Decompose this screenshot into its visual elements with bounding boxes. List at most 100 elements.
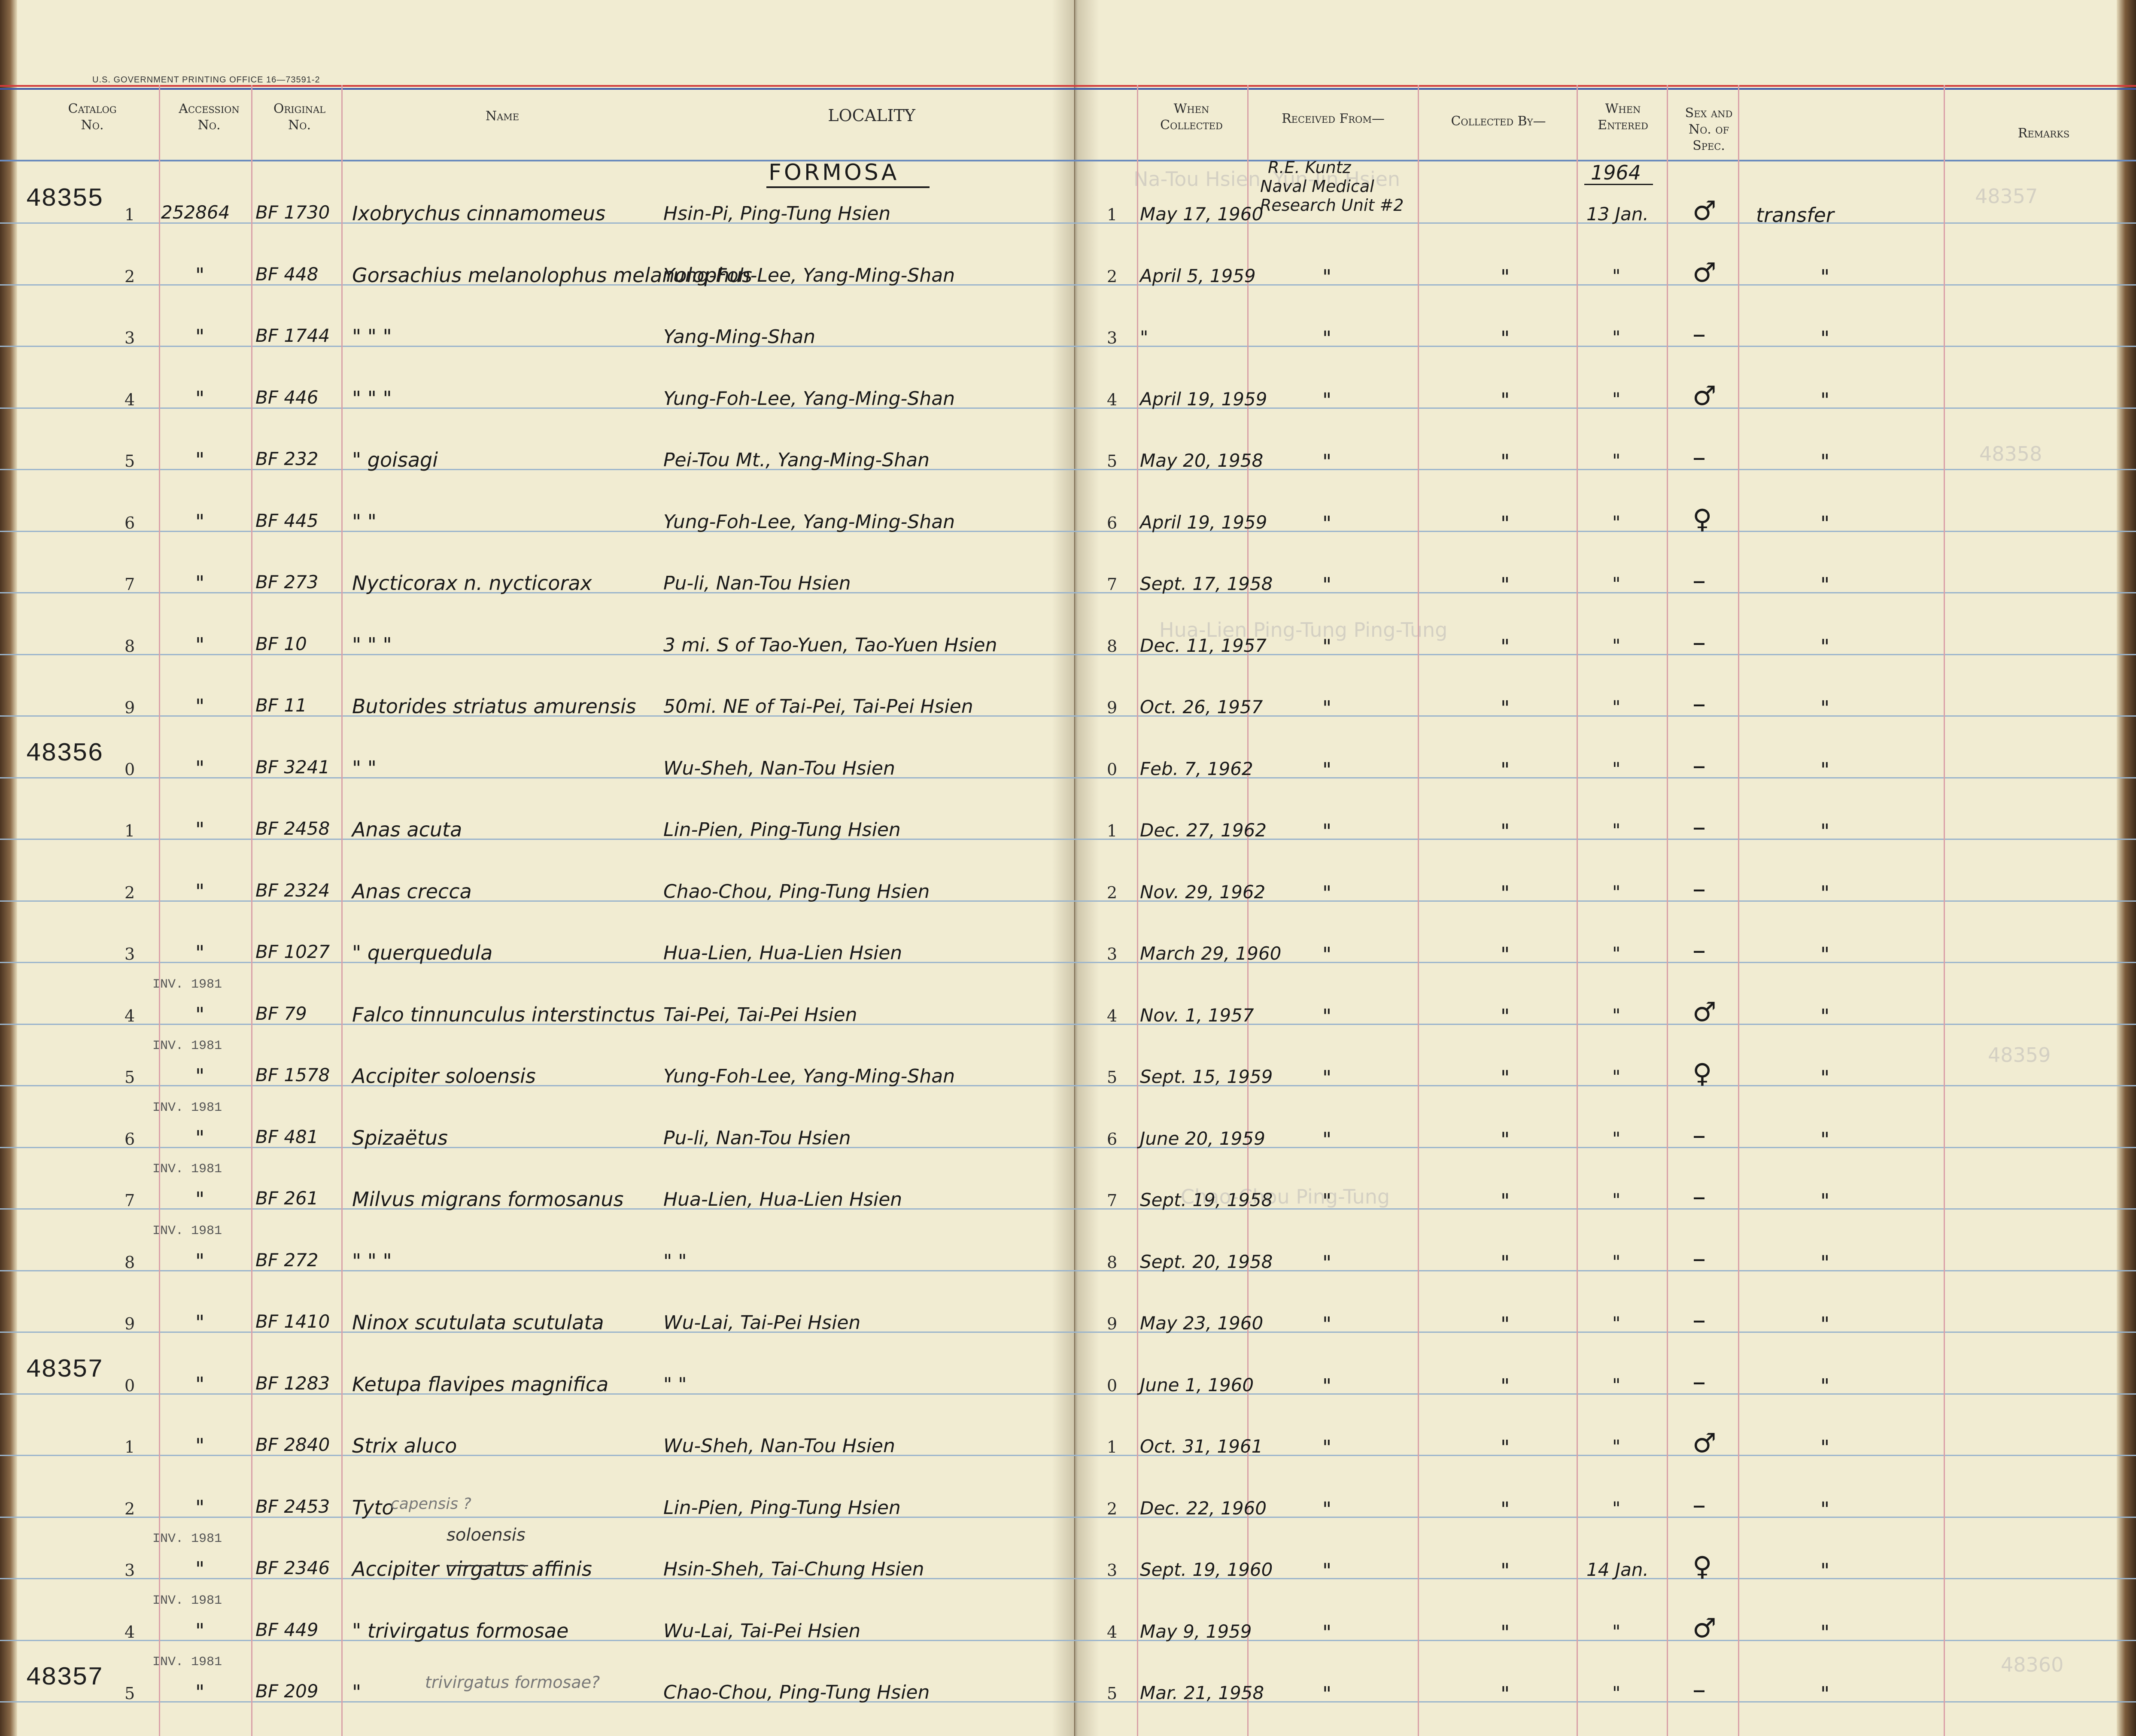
species-name: Strix aluco: [352, 1434, 457, 1457]
collected-by: ": [1501, 1005, 1510, 1028]
species-name: ": [352, 1681, 362, 1704]
sex-symbol: –: [1692, 934, 1706, 966]
row-digit-right: 9: [1107, 1314, 1118, 1333]
when-collected: Nov. 29, 1962: [1140, 882, 1266, 903]
bleed-through-number: 48360: [2001, 1653, 2064, 1676]
catalog-number: 48357: [26, 1663, 103, 1693]
received-from: ": [1322, 1313, 1332, 1336]
locality: Tai-Pei, Tai-Pei Hsien: [663, 1004, 857, 1026]
collected-by: ": [1501, 1436, 1510, 1459]
ruled-line: [0, 1701, 2136, 1703]
original-number: BF 1027: [255, 941, 330, 962]
column-rule: [1667, 85, 1668, 1736]
ruled-line: [0, 284, 2136, 286]
accession-number: ": [195, 1619, 205, 1642]
column-rule: [341, 85, 343, 1736]
when-collected: Oct. 31, 1961: [1140, 1436, 1263, 1457]
accession-number: ": [195, 1496, 205, 1519]
sex-symbol: –: [1692, 318, 1706, 350]
row-digit-right: 4: [1107, 390, 1118, 409]
catalog-number: 48357: [26, 1356, 103, 1385]
remarks: ": [1820, 1189, 1830, 1213]
row-digit: 5: [125, 452, 135, 471]
locality: Chao-Chou, Ping-Tung Hsien: [663, 1681, 930, 1703]
when-entered: ": [1612, 1436, 1621, 1457]
column-rule: [1944, 85, 1945, 1736]
row-digit-right: 3: [1107, 1561, 1118, 1580]
accession-number: ": [195, 633, 205, 657]
header-remarks: Remarks: [2018, 126, 2070, 141]
remarks: ": [1820, 820, 1830, 843]
header-when-collected: When Collected: [1160, 101, 1223, 133]
collected-by: ": [1501, 573, 1510, 596]
inventory-stamp: INV. 1981: [152, 1532, 222, 1546]
left-book-edge: [0, 0, 17, 1736]
row-digit-right: 0: [1107, 760, 1118, 779]
species-name: " " ": [352, 633, 392, 657]
collected-by: ": [1501, 389, 1510, 412]
remarks: ": [1820, 573, 1830, 596]
row-digit: 8: [125, 637, 135, 656]
accession-number: 252864: [161, 202, 230, 223]
remarks: ": [1820, 1682, 1830, 1706]
species-name: " goisagi: [352, 448, 438, 471]
when-collected: Sept. 17, 1958: [1140, 573, 1273, 594]
right-book-edge: [2117, 0, 2136, 1736]
when-entered: ": [1612, 265, 1621, 286]
row-digit: 0: [125, 1376, 135, 1395]
original-number: BF 273: [255, 572, 319, 593]
accession-number: ": [195, 264, 205, 287]
accession-number: ": [195, 1188, 205, 1211]
when-entered: ": [1612, 1498, 1621, 1519]
when-collected: ": [1140, 327, 1149, 348]
original-number: BF 2458: [255, 818, 330, 839]
collected-by: ": [1501, 1313, 1510, 1336]
when-collected: April 19, 1959: [1140, 512, 1267, 533]
header-sex: Sex and No. of Spec.: [1685, 106, 1733, 153]
species-name: " ": [352, 510, 377, 533]
row-digit: 3: [125, 328, 135, 347]
when-entered: ": [1612, 389, 1621, 410]
collected-by: ": [1501, 327, 1510, 350]
received-from: ": [1322, 512, 1332, 535]
locality: Chao-Chou, Ping-Tung Hsien: [663, 881, 930, 903]
sex-symbol: ♂: [1692, 996, 1717, 1028]
species-name: Spizaëtus: [352, 1126, 448, 1149]
row-digit-right: 1: [1107, 205, 1118, 224]
accession-number: ": [195, 695, 205, 718]
row-digit-right: 6: [1107, 514, 1118, 532]
locality: Yung-Foh-Lee, Yang-Ming-Shan: [663, 265, 955, 286]
species-name: " querquedula: [352, 941, 493, 964]
species-name: " " ": [352, 1250, 392, 1273]
header-accession: Accession No.: [179, 101, 240, 133]
catalog-number: 48355: [26, 185, 103, 214]
received-from: ": [1322, 943, 1332, 966]
locality: Wu-Lai, Tai-Pei Hsien: [663, 1620, 861, 1642]
header-original: Original No.: [273, 101, 326, 133]
row-digit-right: 2: [1107, 1499, 1118, 1518]
row-digit: 0: [125, 760, 135, 779]
received-from: ": [1322, 758, 1332, 781]
row-digit: 4: [125, 390, 135, 409]
sex-symbol: –: [1692, 811, 1706, 842]
species-name: Ninox scutulata scutulata: [352, 1311, 604, 1334]
row-digit-right: 4: [1107, 1623, 1118, 1642]
when-entered: ": [1612, 1251, 1621, 1272]
accession-number: ": [195, 1434, 205, 1457]
header-collected-by: Collected By—: [1451, 114, 1546, 129]
species-name: Ixobrychus cinnamomeus: [352, 202, 606, 225]
sex-symbol: –: [1692, 1119, 1706, 1151]
header-bottom-rule: [0, 160, 2136, 161]
original-number: BF 1410: [255, 1311, 330, 1332]
original-number: BF 446: [255, 387, 319, 408]
remarks: ": [1820, 1128, 1830, 1151]
collected-by: ": [1501, 943, 1510, 966]
row-digit-right: 7: [1107, 575, 1118, 594]
original-number: BF 272: [255, 1250, 319, 1271]
when-collected: Mar. 21, 1958: [1140, 1682, 1264, 1703]
collected-by: ": [1501, 1374, 1510, 1398]
when-collected: Sept. 15, 1959: [1140, 1066, 1273, 1087]
collected-by: ": [1501, 1189, 1510, 1213]
ruled-line: [0, 1270, 2136, 1271]
ruled-line: [0, 715, 2136, 717]
